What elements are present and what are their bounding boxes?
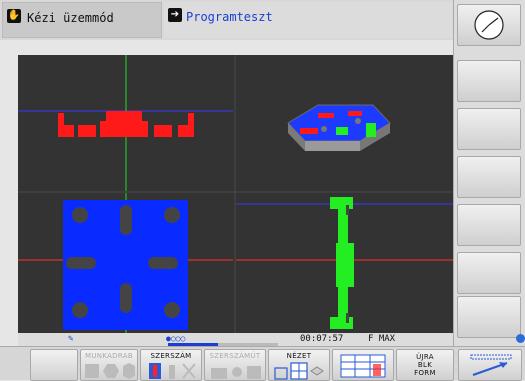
diagonal-arrow-icon: [470, 354, 512, 376]
view-layout-icon: [274, 362, 324, 380]
view-label: NÉZET: [286, 352, 312, 360]
tab-program-test[interactable]: ➔ Programteszt: [164, 2, 452, 38]
vertical-softkey-4[interactable]: [457, 156, 521, 198]
clock-icon: [474, 10, 504, 40]
softkey-grid-table[interactable]: [332, 349, 394, 381]
workpiece-shapes-icon: [85, 363, 135, 379]
tool-path-icon: [211, 366, 261, 379]
softkey-tool-path[interactable]: SZERSZÁMÚT: [204, 349, 266, 381]
tool-path-label: SZERSZÁMÚT: [209, 352, 261, 360]
hand-icon: ✋: [7, 9, 21, 23]
tab-manual-mode[interactable]: ✋ Kézi üzemmód: [2, 2, 162, 38]
workpiece-label: MUNKADRAB: [85, 352, 133, 360]
vertical-softkey-6[interactable]: [457, 252, 521, 294]
vertical-softkey-7[interactable]: [457, 296, 521, 338]
manual-mode-label: Kézi üzemmód: [27, 11, 114, 25]
tool-display-icon: [149, 363, 196, 379]
restart-labels: ÚJRA BLK FORM: [397, 353, 453, 377]
horizontal-softkey-panel: MUNKADRAB SZERSZÁM SZERSZÁMÚT NÉZET ÚJRA…: [0, 346, 525, 381]
softkey-restart-blk-form[interactable]: ÚJRA BLK FORM: [396, 349, 454, 381]
vertical-softkey-5[interactable]: [457, 204, 521, 246]
vertical-softkey-3[interactable]: [457, 108, 521, 150]
restart-label-2: BLK: [417, 361, 433, 369]
help-icon[interactable]: [516, 334, 525, 343]
status-bar: ✎ ●○○○ 00:07:57 F MAX: [18, 333, 453, 346]
elapsed-time: 00:07:57: [300, 334, 344, 344]
arrow-right-icon: ➔: [168, 8, 182, 22]
softkey-workpiece[interactable]: MUNKADRAB: [80, 349, 138, 381]
program-test-label: Programteszt: [186, 10, 273, 24]
softkey-empty-left[interactable]: [30, 349, 78, 381]
vertical-softkey-panel: [453, 0, 525, 380]
table-grid-icon: [340, 354, 386, 378]
feed-readout: F MAX: [368, 334, 396, 344]
softkey-path-arrow[interactable]: [458, 349, 522, 381]
clock-softkey[interactable]: [457, 4, 521, 46]
tool-label: SZERSZÁM: [150, 352, 192, 360]
pen-icon: ✎: [68, 334, 74, 344]
progress-dots-icon: ●○○○: [166, 334, 186, 343]
restart-label-3: FORM: [414, 369, 436, 377]
header-bar: ✋ Kézi üzemmód ➔ Programteszt: [0, 0, 453, 40]
restart-label-1: ÚJRA: [416, 353, 434, 361]
vertical-softkey-2[interactable]: [457, 60, 521, 102]
softkey-tool[interactable]: SZERSZÁM: [140, 349, 202, 381]
softkey-view[interactable]: NÉZET: [268, 349, 330, 381]
graphics-view: [18, 55, 453, 333]
simulation-graphics: [18, 55, 453, 333]
